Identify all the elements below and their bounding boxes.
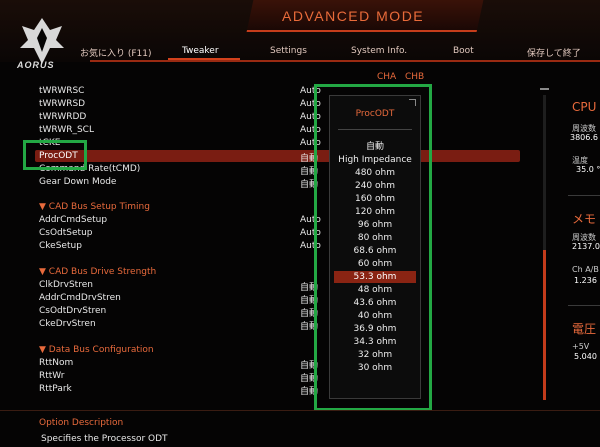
tab-tweaker[interactable]: Tweaker (182, 46, 219, 56)
section-data-bus-configuration[interactable]: ▼ Data Bus Configuration (39, 345, 154, 355)
option-description-title: Option Description (39, 418, 124, 428)
scrollbar-thumb[interactable] (543, 250, 546, 400)
setting-rttwr-label[interactable]: RttWr (39, 371, 65, 381)
section-cad-bus-setup-timing[interactable]: ▼ CAD Bus Setup Timing (39, 202, 150, 212)
panel-divider (568, 305, 600, 306)
setting-csodtdrvstren-label[interactable]: CsOdtDrvStren (39, 306, 106, 316)
section-cad-bus-drive-strength[interactable]: ▼ CAD Bus Drive Strength (39, 267, 156, 277)
setting-ckedrvstren-label[interactable]: CkeDrvStren (39, 319, 96, 329)
option-description-text: Specifies the Processor ODT (41, 434, 168, 444)
page-title: ADVANCED MODE (282, 8, 425, 24)
panel-divider (568, 195, 600, 196)
tab-settings[interactable]: Settings (270, 46, 307, 56)
setting-twrwr-scl-label[interactable]: tWRWR_SCL (39, 125, 94, 135)
voltage-panel-title: 電圧 (572, 322, 597, 336)
memory-channel-value: 1.236 (574, 276, 597, 285)
voltage-5v-label: +5V (572, 342, 590, 351)
voltage-5v-value: 5.040 (574, 352, 597, 361)
setting-csodtsetup-label[interactable]: CsOdtSetup (39, 228, 93, 238)
memory-channel-label: Ch A/B (572, 265, 599, 274)
setting-addrcmddrvstren-label[interactable]: AddrCmdDrvStren (39, 293, 121, 303)
cpu-temp-value: 35.0 ° (576, 165, 600, 174)
memory-panel-title: メモ (572, 212, 597, 226)
setting-ckesetup-label[interactable]: CkeSetup (39, 241, 82, 251)
channel-a-label: CHA (377, 72, 397, 82)
setting-rttpark-label[interactable]: RttPark (39, 384, 72, 394)
setting-twrwrsc-label[interactable]: tWRWRSC (39, 86, 84, 96)
annotation-highlight-popup (314, 84, 432, 411)
setting-clkdrvstren-label[interactable]: ClkDrvStren (39, 280, 93, 290)
tab-system-info[interactable]: System Info. (351, 46, 407, 56)
setting-addrcmdsetup-label[interactable]: AddrCmdSetup (39, 215, 107, 225)
brand-name: AORUS (17, 60, 55, 70)
tab-boot[interactable]: Boot (453, 46, 474, 56)
cpu-panel-title: CPU (572, 100, 597, 114)
selected-row-highlight (35, 150, 520, 162)
cpu-freq-value: 3806.6 (570, 133, 598, 142)
annotation-highlight-procodt (23, 140, 87, 170)
memory-freq-value: 2137.0 (572, 242, 600, 251)
setting-twrwrdd-label[interactable]: tWRWRDD (39, 112, 86, 122)
setting-gear-down-mode-label[interactable]: Gear Down Mode (39, 177, 116, 187)
setting-twrwrsd-label[interactable]: tWRWRSD (39, 99, 85, 109)
scrollbar-cap (540, 88, 549, 90)
tab-save-exit[interactable]: 保存して終了 (527, 46, 581, 59)
bottom-divider (0, 410, 600, 411)
tab-favorites[interactable]: お気に入り (F11) (80, 46, 152, 59)
channel-b-label: CHB (405, 72, 425, 82)
header-divider (90, 60, 600, 62)
setting-rttnom-label[interactable]: RttNom (39, 358, 73, 368)
